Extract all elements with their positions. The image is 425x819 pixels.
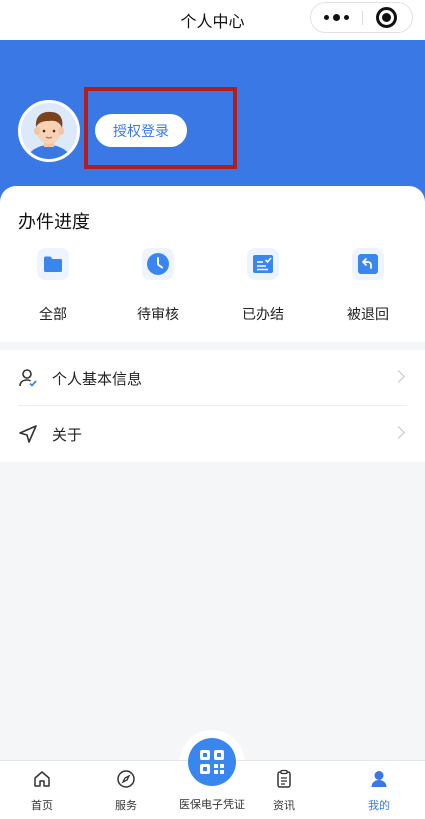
progress-item-label: 全部 (39, 307, 67, 323)
progress-card: 办件进度 全部 待审核 已办结 被退回 (0, 186, 425, 342)
top-nav-bar: 个人中心 (0, 0, 425, 40)
compass-icon (116, 769, 136, 789)
menu-item-personal-info[interactable]: 个人基本信息 (0, 350, 425, 406)
capsule-divider (362, 11, 363, 25)
tab-label: 首页 (31, 799, 53, 812)
tab-label: 服务 (115, 799, 137, 812)
user-check-icon (18, 368, 38, 388)
check-list-icon (247, 248, 279, 280)
menu-item-label: 个人基本信息 (52, 370, 143, 388)
tab-label: 医保电子凭证 (179, 798, 245, 811)
tab-mine[interactable]: 我的 (343, 761, 415, 819)
tab-medical-insurance-qr[interactable] (188, 738, 236, 786)
mini-program-capsule (310, 2, 413, 33)
progress-item-label: 待审核 (137, 307, 179, 323)
tab-home[interactable]: 首页 (6, 761, 78, 819)
menu-item-label: 关于 (52, 426, 83, 444)
settings-menu: 个人基本信息 关于 (0, 350, 425, 462)
chevron-right-icon (392, 426, 405, 439)
folder-icon (37, 248, 69, 280)
news-icon (274, 769, 294, 789)
return-icon (352, 248, 384, 280)
highlight-box (84, 87, 237, 169)
progress-title: 办件进度 (18, 212, 90, 233)
person-icon (369, 769, 389, 789)
tab-label: 我的 (368, 799, 390, 812)
menu-item-about[interactable]: 关于 (0, 406, 425, 462)
clock-icon (142, 248, 174, 280)
qr-code-icon (200, 750, 224, 774)
navigation-icon (18, 424, 38, 444)
user-avatar[interactable] (18, 100, 80, 162)
tab-services[interactable]: 服务 (90, 761, 162, 819)
more-dots-icon[interactable] (311, 3, 361, 32)
chevron-right-icon (392, 370, 405, 383)
progress-item-label: 已办结 (242, 307, 284, 323)
progress-item-label: 被退回 (347, 307, 389, 323)
close-circle-icon[interactable] (376, 7, 397, 28)
home-icon (32, 769, 52, 789)
